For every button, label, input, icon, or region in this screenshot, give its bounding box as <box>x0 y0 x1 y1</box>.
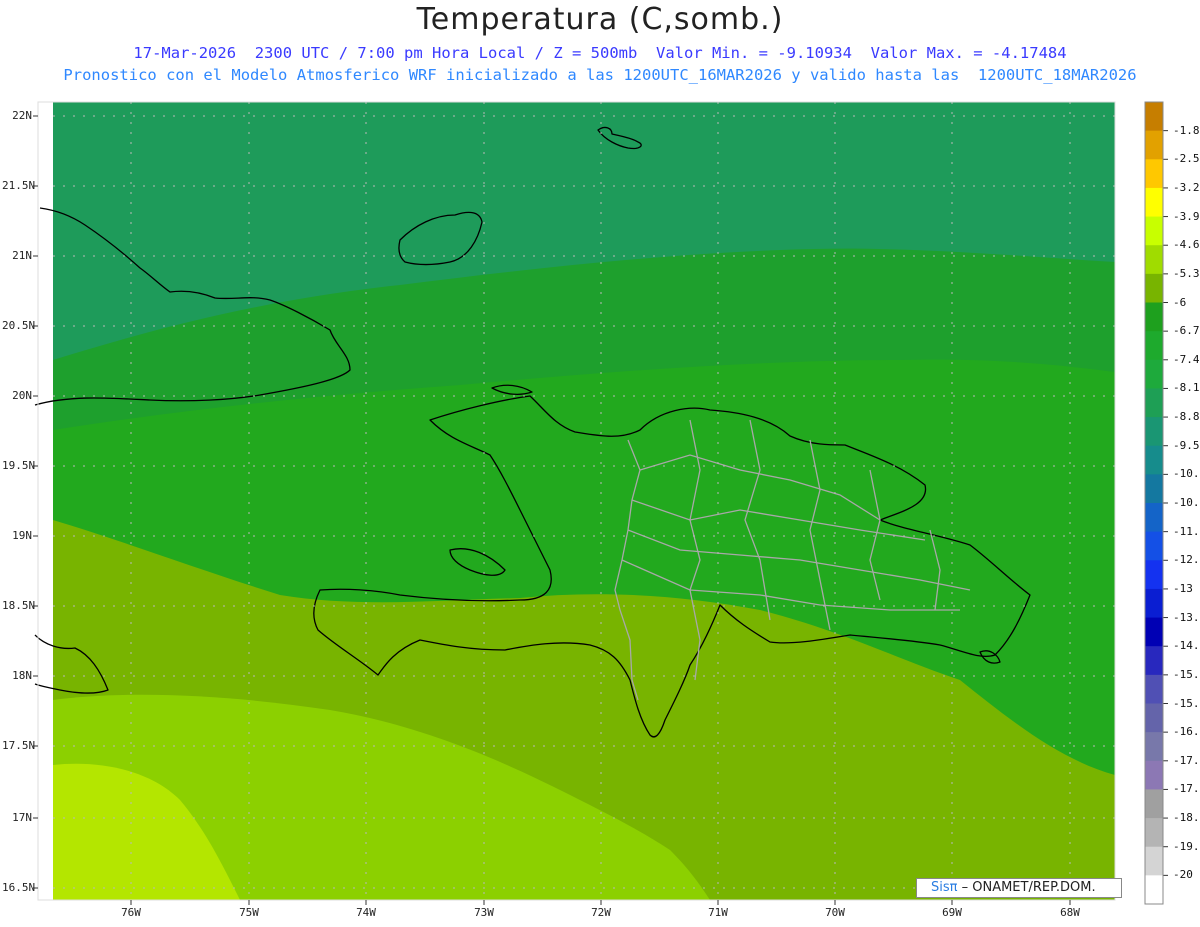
sispi-logo-text: Sisπ <box>931 880 958 895</box>
colorbar-swatch <box>1145 102 1163 132</box>
lon-label-72W: 72W <box>591 906 611 919</box>
lon-label-75W: 75W <box>239 906 259 919</box>
colorbar-label: -6 <box>1173 295 1187 309</box>
colorbar-swatch <box>1145 331 1163 361</box>
colorbar-swatch <box>1145 245 1163 275</box>
lat-label-20N: 20N <box>12 389 32 402</box>
colorbar-label: -17.9 <box>1173 782 1200 796</box>
lat-label-18N: 18N <box>12 669 32 682</box>
colorbar-label: -19.3 <box>1173 839 1200 853</box>
colorbar-swatch <box>1145 130 1163 160</box>
temperature-map <box>33 101 1168 905</box>
lon-label-76W: 76W <box>121 906 141 919</box>
colorbar-swatch <box>1145 503 1163 533</box>
colorbar-label: -18.6 <box>1173 811 1200 825</box>
colorbar-label: -11.6 <box>1173 524 1200 538</box>
colorbar-label: -9.5 <box>1173 438 1200 452</box>
colorbar-swatch <box>1145 302 1163 332</box>
colorbar-swatch <box>1145 531 1163 561</box>
colorbar-label: -16.5 <box>1173 725 1200 739</box>
colorbar-label: -17.2 <box>1173 753 1200 767</box>
colorbar-label: -6.7 <box>1173 324 1200 338</box>
colorbar-swatch <box>1145 789 1163 819</box>
colorbar-label: -10.9 <box>1173 496 1200 509</box>
colorbar-swatch <box>1145 187 1163 218</box>
colorbar-swatch <box>1145 445 1163 475</box>
lat-label-20.5N: 20.5N <box>2 319 36 332</box>
colorbar-swatch <box>1145 646 1163 676</box>
colorbar-label: -12.3 <box>1173 553 1200 567</box>
credit-text: – ONAMET/REP.DOM. <box>957 880 1096 895</box>
colorbar-label: -5.3 <box>1173 266 1200 280</box>
colorbar-label: -2.5 <box>1173 152 1200 166</box>
lat-label-16.5N: 16.5N <box>2 881 36 894</box>
colorbar-label: -13.7 <box>1173 610 1200 624</box>
colorbar-swatch <box>1145 417 1163 447</box>
colorbar-swatch <box>1145 703 1163 733</box>
lat-label-18.5N: 18.5N <box>2 599 36 612</box>
colorbar-swatch <box>1145 617 1163 647</box>
colorbar-swatch <box>1145 875 1163 904</box>
colorbar-swatch <box>1145 846 1163 876</box>
lat-label-22N: 22N <box>12 109 32 122</box>
colorbar-label: -8.8 <box>1173 410 1200 424</box>
lon-label-68W: 68W <box>1060 906 1080 919</box>
colorbar-label: -4.6 <box>1173 238 1200 252</box>
colorbar-swatch <box>1145 216 1163 246</box>
lat-label-19N: 19N <box>12 529 32 542</box>
lon-label-73W: 73W <box>474 906 494 919</box>
colorbar <box>1144 101 1168 905</box>
lat-label-17N: 17N <box>12 811 32 824</box>
lon-label-74W: 74W <box>356 906 376 919</box>
colorbar-swatch <box>1145 588 1163 619</box>
colorbar-swatch <box>1145 273 1163 303</box>
lat-label-17.5N: 17.5N <box>2 739 36 752</box>
colorbar-label: -8.1 <box>1173 381 1200 395</box>
colorbar-label: -10.2 <box>1173 467 1200 481</box>
lat-label-21.5N: 21.5N <box>2 179 36 192</box>
colorbar-label: -15.8 <box>1173 696 1200 710</box>
colorbar-swatch <box>1145 674 1163 704</box>
colorbar-label: -15.1 <box>1173 667 1200 681</box>
lon-label-69W: 69W <box>942 906 962 919</box>
colorbar-swatch <box>1145 388 1163 418</box>
lat-label-19.5N: 19.5N <box>2 459 36 472</box>
colorbar-label: -3.2 <box>1173 180 1200 194</box>
colorbar-swatch <box>1145 818 1163 848</box>
colorbar-label: -20 <box>1173 868 1193 882</box>
colorbar-label: -7.4 <box>1173 352 1200 366</box>
lat-label-21N: 21N <box>12 249 32 262</box>
colorbar-swatch <box>1145 359 1163 389</box>
colorbar-swatch <box>1145 760 1163 790</box>
colorbar-label: -1.8 <box>1173 123 1200 137</box>
credit-box: Sisπ – ONAMET/REP.DOM. <box>916 878 1122 898</box>
colorbar-swatch <box>1145 159 1163 189</box>
temperature-field <box>53 102 1115 900</box>
colorbar-swatch <box>1145 474 1163 504</box>
lon-label-70W: 70W <box>825 906 845 919</box>
colorbar-swatch <box>1145 732 1163 762</box>
colorbar-swatch <box>1145 560 1163 590</box>
lon-label-71W: 71W <box>708 906 728 919</box>
colorbar-label: -14.4 <box>1173 639 1200 653</box>
colorbar-label: -13 <box>1173 581 1193 595</box>
colorbar-label: -3.9 <box>1173 209 1200 223</box>
